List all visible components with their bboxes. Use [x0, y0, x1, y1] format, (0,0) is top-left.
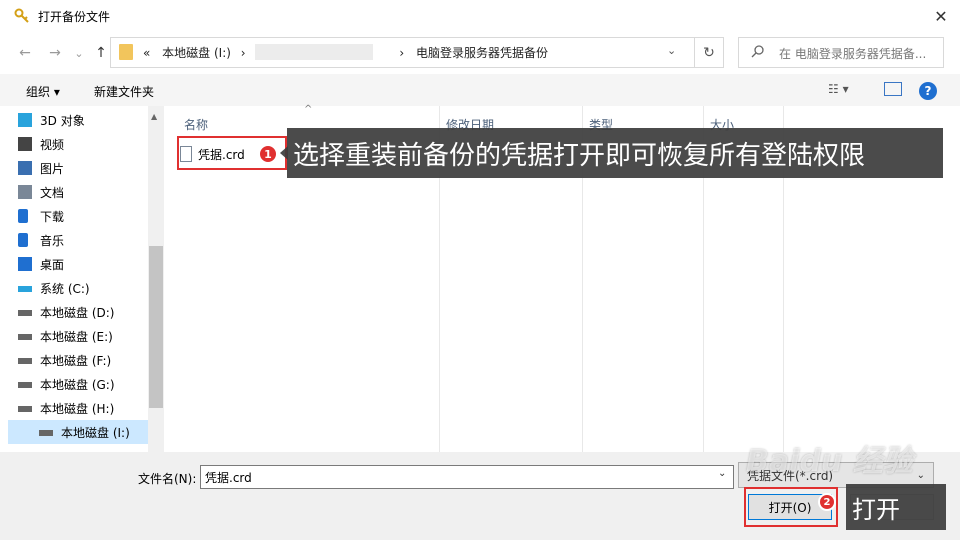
back-button[interactable]: ← [14, 42, 36, 64]
sidebar-item-label: 本地磁盘 (G:) [40, 377, 115, 392]
breadcrumb-overflow[interactable]: « [143, 46, 150, 60]
breadcrumb-drive[interactable]: 本地磁盘 (I:) [162, 46, 231, 60]
drive-icon [39, 430, 53, 436]
scroll-up-icon[interactable]: ▲ [151, 112, 157, 121]
sidebar-item-label: 文档 [40, 185, 65, 200]
filename-input[interactable]: 凭据.crd [200, 465, 734, 489]
column-header-name[interactable]: 名称 [184, 116, 208, 133]
sidebar-item[interactable]: 本地磁盘 (D:) [18, 300, 115, 324]
drive-icon [18, 382, 32, 388]
sidebar-item[interactable]: 文档 [18, 180, 65, 204]
forward-button[interactable]: → [44, 42, 66, 64]
sidebar-item[interactable]: 本地磁盘 (G:) [18, 372, 115, 396]
sidebar-item-label: 本地磁盘 (H:) [40, 401, 115, 416]
command-toolbar: 组织 ▾ 新建文件夹 ☷ ▾ ? [0, 74, 960, 106]
step-badge: 2 [818, 493, 836, 511]
filename-dropdown-icon[interactable]: ⌄ [718, 468, 726, 479]
sidebar-item[interactable]: 3D 对象 [18, 108, 85, 132]
sidebar-item-label: 本地磁盘 (E:) [40, 329, 113, 344]
download-icon [18, 209, 28, 223]
filename-label: 文件名(N): [138, 472, 197, 486]
folder-icon [119, 44, 133, 60]
sidebar-item-label: 本地磁盘 (I:) [61, 425, 130, 440]
address-bar[interactable]: « 本地磁盘 (I:) › › 电脑登录服务器凭据备份 ⌄ [110, 37, 724, 68]
breadcrumb-separator[interactable]: › [241, 46, 246, 60]
new-folder-button[interactable]: 新建文件夹 [94, 83, 154, 100]
3d-objects-icon [18, 113, 32, 127]
sidebar-item-label: 桌面 [40, 257, 65, 272]
recent-locations-button[interactable]: ⌄ [68, 42, 90, 64]
redacted-path [255, 44, 373, 60]
sidebar-item[interactable]: 本地磁盘 (F:) [18, 348, 112, 372]
sidebar-item[interactable]: 本地磁盘 (I:) [8, 420, 148, 444]
drive-icon [18, 406, 32, 412]
refresh-button[interactable]: ↻ [694, 37, 724, 68]
sort-ascending-icon: ^ [304, 104, 313, 115]
help-icon[interactable]: ? [919, 82, 937, 100]
sidebar-item-label: 下载 [40, 209, 65, 224]
instruction-callout: 选择重装前备份的凭据打开即可恢复所有登陆权限 [287, 128, 943, 178]
baidu-watermark-logo: Baidu 经验 [746, 444, 913, 479]
document-icon [18, 185, 32, 199]
right-border [952, 106, 960, 452]
music-icon [18, 233, 28, 247]
search-box[interactable]: 在 电脑登录服务器凭据备... [738, 37, 944, 68]
search-input[interactable]: 在 电脑登录服务器凭据备... [779, 45, 926, 62]
organize-button[interactable]: 组织 ▾ [26, 83, 60, 100]
drive-icon [18, 310, 32, 316]
breadcrumb-folder[interactable]: 电脑登录服务器凭据备份 [416, 46, 548, 60]
sidebar-item[interactable]: 本地磁盘 (E:) [18, 324, 113, 348]
sidebar-item-label: 本地磁盘 (F:) [40, 353, 112, 368]
filter-dropdown-icon: ⌄ [916, 469, 925, 481]
sidebar-item-label: 视频 [40, 137, 65, 152]
sidebar-item[interactable]: 系统 (C:) [18, 276, 90, 300]
drive-icon [18, 334, 32, 340]
navigation-pane: 3D 对象视频图片文档下载音乐桌面系统 (C:) 本地磁盘 (D:) 本地磁盘 (E… [8, 106, 164, 452]
sidebar-item[interactable]: 桌面 [18, 252, 65, 276]
sidebar-item[interactable]: 下载 [18, 204, 65, 228]
sidebar-item[interactable]: 视频 [18, 132, 65, 156]
breadcrumb-separator[interactable]: › [399, 46, 404, 60]
sidebar-item[interactable]: 音乐 [18, 228, 65, 252]
instruction-callout: 打开 [846, 484, 946, 530]
sidebar-item[interactable]: 本地磁盘 (H:) [18, 396, 115, 420]
desktop-icon [18, 257, 32, 271]
video-icon [18, 137, 32, 151]
drive-icon [18, 358, 32, 364]
sidebar-item-label: 图片 [40, 161, 65, 176]
view-options-icon[interactable]: ☷ ▾ [828, 82, 849, 96]
key-icon [14, 8, 30, 24]
system-drive-icon [18, 286, 32, 292]
sidebar-item[interactable]: 图片 [18, 156, 65, 180]
window-title: 打开备份文件 [38, 10, 111, 24]
sidebar-item-label: 3D 对象 [40, 113, 85, 128]
sidebar-scroll-thumb[interactable] [149, 246, 163, 408]
pictures-icon [18, 161, 32, 175]
sidebar-item-label: 系统 (C:) [40, 281, 90, 296]
address-dropdown-icon[interactable]: ⌄ [667, 44, 676, 57]
title-bar [0, 0, 960, 32]
sidebar-item-label: 音乐 [40, 233, 65, 248]
search-icon [751, 44, 765, 62]
step-badge: 1 [258, 144, 278, 164]
close-button[interactable]: ✕ [922, 0, 960, 32]
preview-pane-icon[interactable] [884, 82, 902, 96]
sidebar-item-label: 本地磁盘 (D:) [40, 305, 115, 320]
up-button[interactable]: ↑ [90, 42, 112, 64]
